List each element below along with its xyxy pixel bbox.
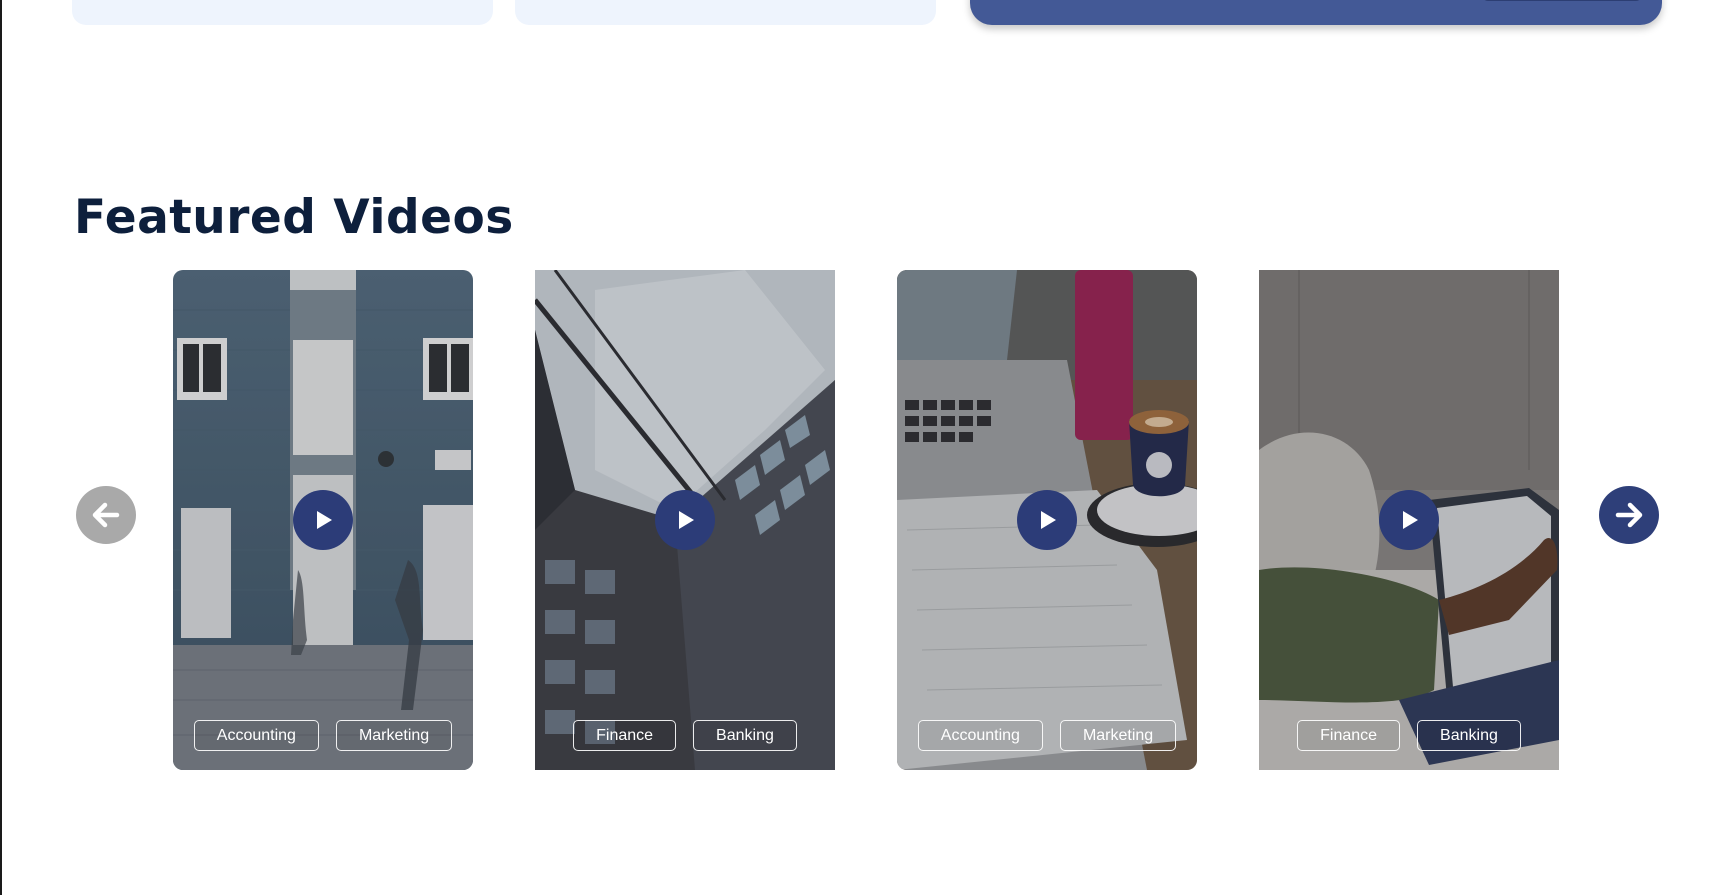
play-icon [679,511,694,529]
section-title: Featured Videos [74,190,514,245]
tag-list: Accounting Marketing [897,720,1197,751]
tag-list: Finance Banking [1259,720,1559,751]
tag-list: Accounting Marketing [173,720,473,751]
cta-banner-partial [970,0,1662,25]
arrow-left-icon [92,502,120,528]
video-card[interactable]: Finance Banking [1259,270,1559,770]
video-card[interactable]: Accounting Marketing [173,270,473,770]
tag[interactable]: Banking [1417,720,1521,751]
tag[interactable]: Finance [1297,720,1401,751]
cta-button-partial[interactable] [1482,0,1642,1]
carousel-prev-button[interactable] [76,486,136,544]
tag[interactable]: Accounting [193,720,319,751]
play-button[interactable] [655,490,715,550]
play-icon [1041,511,1056,529]
page: Featured Videos Accounting Marketing Fin… [0,0,1730,895]
video-carousel: Accounting Marketing Finance Banking Acc… [0,270,1730,770]
video-card[interactable]: Accounting Marketing [897,270,1197,770]
carousel-next-button[interactable] [1599,486,1659,544]
tag[interactable]: Accounting [917,720,1043,751]
video-card[interactable]: Finance Banking [535,270,835,770]
tag-list: Finance Banking [535,720,835,751]
tag[interactable]: Finance [573,720,677,751]
play-icon [1403,511,1418,529]
play-button[interactable] [293,490,353,550]
tag[interactable]: Marketing [335,720,453,751]
play-icon [317,511,332,529]
tag[interactable]: Marketing [1059,720,1177,751]
tag[interactable]: Banking [693,720,797,751]
play-button[interactable] [1379,490,1439,550]
info-card-partial [72,0,493,25]
info-card-partial [515,0,936,25]
arrow-right-icon [1615,502,1643,528]
play-button[interactable] [1017,490,1077,550]
